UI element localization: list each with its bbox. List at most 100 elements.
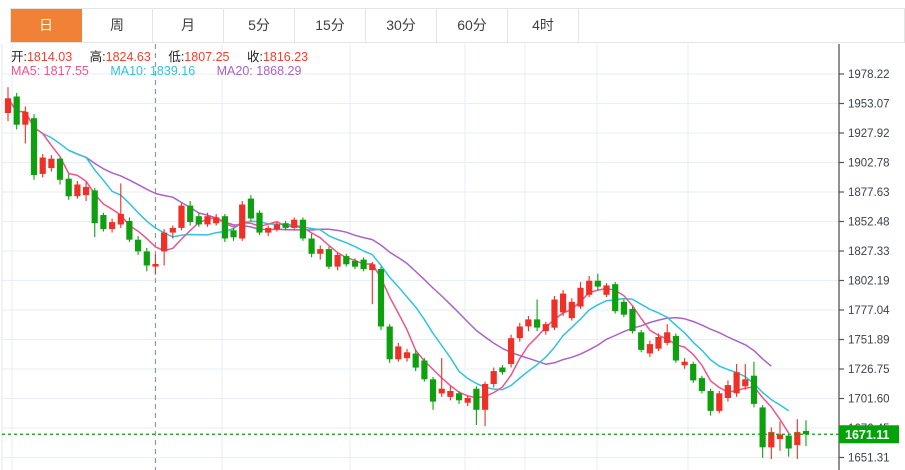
candle[interactable] bbox=[534, 300, 540, 332]
candle[interactable] bbox=[794, 419, 800, 459]
tab-30min[interactable]: 30分 bbox=[366, 9, 437, 42]
candle[interactable] bbox=[699, 376, 705, 394]
candle[interactable] bbox=[239, 201, 245, 241]
candle[interactable] bbox=[92, 188, 98, 237]
candle[interactable] bbox=[222, 214, 228, 242]
candle[interactable] bbox=[786, 433, 792, 457]
y-axis: 1978.221953.071927.921902.781877.631852.… bbox=[839, 44, 890, 470]
candle[interactable] bbox=[126, 217, 132, 242]
ma10-line bbox=[8, 98, 789, 410]
candle[interactable] bbox=[673, 334, 679, 363]
candle[interactable] bbox=[300, 217, 306, 240]
candle[interactable] bbox=[152, 254, 158, 274]
low-value: 1807.25 bbox=[184, 50, 229, 64]
candle[interactable] bbox=[31, 114, 37, 180]
candle[interactable] bbox=[491, 368, 497, 388]
tab-5min[interactable]: 5分 bbox=[224, 9, 295, 42]
candle[interactable] bbox=[768, 427, 774, 459]
candle[interactable] bbox=[586, 276, 592, 297]
candle[interactable] bbox=[473, 386, 479, 425]
candle[interactable] bbox=[118, 183, 124, 228]
candle[interactable] bbox=[161, 229, 167, 265]
candle[interactable] bbox=[742, 364, 748, 390]
candle[interactable] bbox=[265, 226, 271, 237]
open-value: 1814.03 bbox=[27, 50, 72, 64]
y-axis-label: 1953.07 bbox=[848, 99, 890, 111]
candle[interactable] bbox=[144, 248, 150, 271]
candle[interactable] bbox=[803, 420, 809, 446]
candle[interactable] bbox=[5, 87, 11, 121]
candle[interactable] bbox=[716, 391, 722, 413]
current-price-badge-text: 1671.11 bbox=[845, 428, 890, 442]
y-axis-label: 1852.48 bbox=[848, 217, 890, 229]
candle[interactable] bbox=[213, 214, 219, 226]
candle[interactable] bbox=[482, 382, 488, 427]
tab-4hour[interactable]: 4时 bbox=[508, 9, 579, 42]
ohlc-quote-row: 开:1814.03 高:1824.63 低:1807.25 收:1816.23 bbox=[11, 46, 322, 65]
ma20-readout: MA20: 1868.29 bbox=[217, 64, 302, 78]
candle[interactable] bbox=[291, 217, 297, 230]
candle[interactable] bbox=[629, 307, 635, 334]
y-axis-label: 1978.22 bbox=[848, 69, 890, 81]
candle[interactable] bbox=[40, 154, 46, 178]
candle[interactable] bbox=[560, 290, 566, 316]
candle[interactable] bbox=[690, 362, 696, 383]
tab-15min[interactable]: 15分 bbox=[295, 9, 366, 42]
candle[interactable] bbox=[508, 335, 514, 368]
candle[interactable] bbox=[612, 282, 618, 314]
candle[interactable] bbox=[361, 257, 367, 271]
candle[interactable] bbox=[326, 247, 332, 269]
candle[interactable] bbox=[525, 316, 531, 331]
candle[interactable] bbox=[187, 201, 193, 226]
candle[interactable] bbox=[777, 422, 783, 451]
candle[interactable] bbox=[760, 405, 766, 458]
candle[interactable] bbox=[317, 246, 323, 260]
candle[interactable] bbox=[551, 296, 557, 330]
candle[interactable] bbox=[335, 253, 341, 271]
tab-week[interactable]: 周 bbox=[82, 9, 153, 42]
candle[interactable] bbox=[439, 358, 445, 397]
candle[interactable] bbox=[465, 396, 471, 407]
tab-60min[interactable]: 60分 bbox=[437, 9, 508, 42]
candle[interactable] bbox=[369, 262, 375, 304]
candle[interactable] bbox=[543, 322, 549, 335]
candle[interactable] bbox=[248, 195, 254, 221]
candle[interactable] bbox=[603, 283, 609, 297]
candle[interactable] bbox=[404, 349, 410, 362]
candle[interactable] bbox=[309, 234, 315, 257]
candle[interactable] bbox=[499, 365, 505, 374]
candle[interactable] bbox=[109, 219, 115, 233]
candle[interactable] bbox=[621, 300, 627, 318]
candle[interactable] bbox=[638, 330, 644, 352]
candle[interactable] bbox=[577, 282, 583, 309]
y-axis-label: 1777.04 bbox=[848, 305, 890, 317]
candle[interactable] bbox=[664, 324, 670, 345]
candle[interactable] bbox=[378, 267, 384, 330]
ma10-readout: MA10: 1839.16 bbox=[110, 64, 195, 78]
candle[interactable] bbox=[708, 389, 714, 416]
candle[interactable] bbox=[517, 323, 523, 342]
candle[interactable] bbox=[178, 203, 184, 230]
candle[interactable] bbox=[430, 377, 436, 410]
candle[interactable] bbox=[682, 358, 688, 369]
candle[interactable] bbox=[421, 358, 427, 382]
ma5-label: MA5: bbox=[11, 64, 40, 78]
candle[interactable] bbox=[387, 324, 393, 363]
candle[interactable] bbox=[135, 236, 141, 255]
candle[interactable] bbox=[569, 298, 575, 320]
candle[interactable] bbox=[14, 93, 20, 129]
candle[interactable] bbox=[395, 343, 401, 362]
candle[interactable] bbox=[22, 107, 28, 144]
candle[interactable] bbox=[66, 174, 72, 200]
candle[interactable] bbox=[647, 341, 653, 357]
candle[interactable] bbox=[57, 158, 63, 185]
candle[interactable] bbox=[595, 274, 601, 290]
candle[interactable] bbox=[74, 181, 80, 199]
tab-day[interactable]: 日 bbox=[11, 9, 82, 42]
candle[interactable] bbox=[256, 210, 262, 235]
ma20-value: 1868.29 bbox=[256, 64, 301, 78]
y-axis-label: 1802.19 bbox=[848, 276, 890, 288]
tab-month[interactable]: 月 bbox=[153, 9, 224, 42]
candle[interactable] bbox=[100, 213, 106, 232]
candle[interactable] bbox=[48, 155, 54, 171]
